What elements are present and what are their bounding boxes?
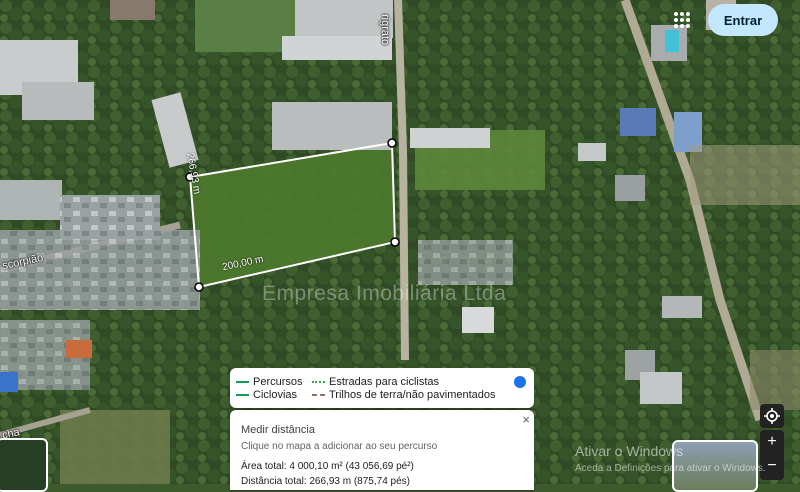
- legend-item-percursos: Percursos: [236, 376, 303, 388]
- legend-item-estradas: Estradas para ciclistas: [312, 376, 439, 388]
- legend-label: Ciclovias: [253, 389, 298, 401]
- legend-label: Trilhos de terra/não pavimentados: [329, 389, 496, 401]
- legend-swatch: [236, 381, 249, 383]
- legend-swatch: [236, 394, 249, 396]
- measure-hint: Clique no mapa a adicionar ao seu percur…: [241, 441, 438, 452]
- legend-item-trilhos: Trilhos de terra/não pavimentados: [312, 389, 496, 401]
- close-icon[interactable]: ×: [522, 412, 530, 427]
- measure-distance: Distância total: 266,93 m (875,74 pés): [241, 476, 410, 487]
- legend-swatch: [312, 394, 325, 396]
- legend-toggle[interactable]: [514, 376, 526, 388]
- apps-grid-icon[interactable]: [672, 10, 692, 30]
- activate-hint: Aceda a Definições para ativar o Windows…: [575, 463, 766, 474]
- measure-title: Medir distância: [241, 424, 315, 436]
- legend-label: Estradas para ciclistas: [329, 376, 440, 388]
- legend-swatch: [312, 381, 325, 383]
- my-location-icon[interactable]: [760, 404, 784, 428]
- legend-label: Percursos: [253, 376, 303, 388]
- activate-title: Ativar o Windows: [575, 443, 684, 459]
- signin-button[interactable]: Entrar: [708, 4, 778, 36]
- legend-item-ciclovias: Ciclovias: [236, 389, 297, 401]
- watermark: Empresa Imobiliária Ltda: [262, 282, 507, 305]
- activate-windows-overlay: Ativar o Windows Aceda a Definições para…: [575, 443, 766, 474]
- map-legend: Percursos Estradas para ciclistas Ciclov…: [230, 368, 534, 408]
- measure-area: Área total: 4 000,10 m² (43 056,69 pé²): [241, 461, 414, 472]
- road-label-north: rigrato: [379, 14, 391, 46]
- measure-distance-panel: Medir distância Clique no mapa a adicion…: [230, 410, 534, 490]
